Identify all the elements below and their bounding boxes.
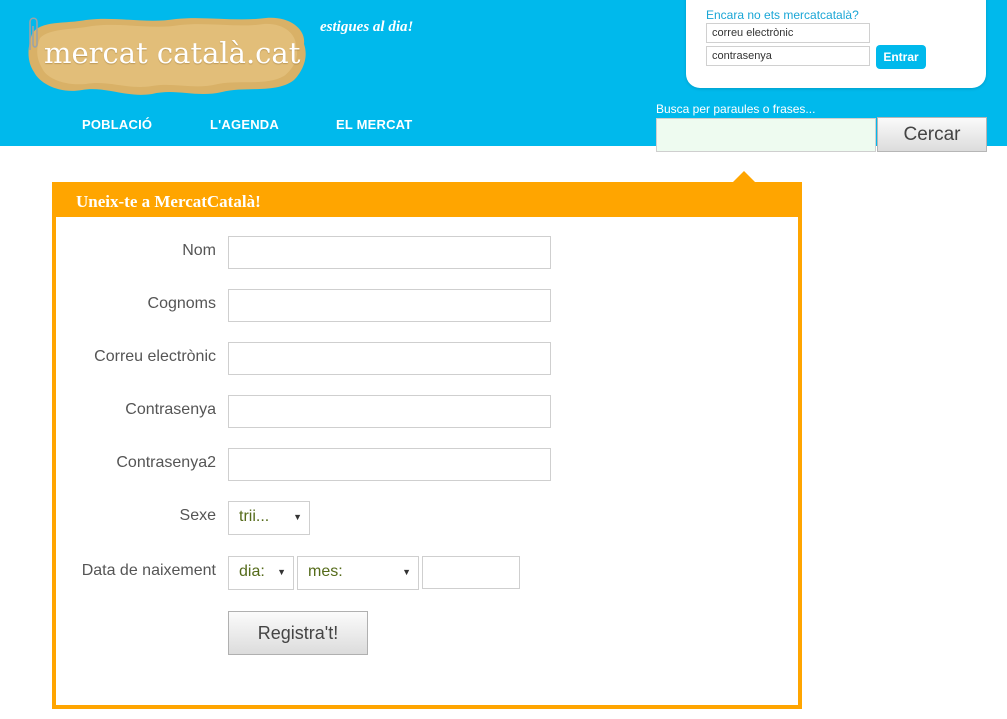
tagline: estigues al dia!: [320, 19, 414, 35]
month-select-value: mes:: [308, 563, 343, 580]
signup-panel: Uneix-te a MercatCatalà! Nom Cognoms Cor…: [52, 182, 802, 709]
password2-field[interactable]: [228, 448, 551, 481]
month-select[interactable]: mes: ▼: [297, 556, 419, 590]
search-button[interactable]: Cercar: [877, 117, 987, 152]
chevron-down-icon: ▼: [402, 567, 411, 577]
register-prompt-link[interactable]: Encara no ets mercatcatalà?: [706, 8, 859, 22]
email-field[interactable]: [228, 342, 551, 375]
nav-item-agenda[interactable]: L'AGENDA: [210, 117, 279, 132]
birthdate-label: Data de naixement: [81, 562, 216, 579]
nav-item-poblacio[interactable]: POBLACIÓ: [82, 117, 152, 132]
chevron-down-icon: ▼: [277, 567, 286, 577]
year-field[interactable]: [422, 556, 520, 589]
email-label: Correu electrònic: [94, 348, 216, 365]
nav-item-mercat[interactable]: EL MERCAT: [336, 117, 412, 132]
login-submit-button[interactable]: Entrar: [876, 45, 926, 69]
password-label: Contrasenya: [125, 401, 216, 418]
day-select[interactable]: dia: ▼: [228, 556, 294, 590]
panel-pointer: [733, 171, 755, 182]
paperclip-icon: [29, 17, 38, 50]
day-select-value: dia:: [239, 563, 265, 580]
logo-text: mercat català.cat: [44, 36, 301, 70]
surname-field[interactable]: [228, 289, 551, 322]
name-field[interactable]: [228, 236, 551, 269]
login-password-field[interactable]: [706, 46, 870, 66]
chevron-down-icon: ▼: [293, 512, 302, 522]
site-header: mercat català.cat estigues al dia! Encar…: [0, 0, 1007, 152]
gender-select[interactable]: trii... ▼: [228, 501, 310, 535]
password-field[interactable]: [228, 395, 551, 428]
site-logo[interactable]: mercat català.cat: [26, 14, 310, 98]
surname-label: Cognoms: [147, 295, 216, 312]
password2-label: Contrasenya2: [116, 454, 216, 471]
register-button[interactable]: Registra't!: [228, 611, 368, 655]
login-box: Encara no ets mercatcatalà? Entrar: [686, 0, 986, 88]
signup-title-bar: Uneix-te a MercatCatalà!: [56, 186, 798, 217]
signup-title: Uneix-te a MercatCatalà!: [76, 192, 261, 211]
name-label: Nom: [182, 242, 216, 259]
login-email-field[interactable]: [706, 23, 870, 43]
search-input[interactable]: [656, 118, 876, 152]
gender-label: Sexe: [179, 507, 216, 524]
gender-select-value: trii...: [239, 508, 270, 525]
search-label: Busca per paraules o frases...: [656, 102, 816, 116]
